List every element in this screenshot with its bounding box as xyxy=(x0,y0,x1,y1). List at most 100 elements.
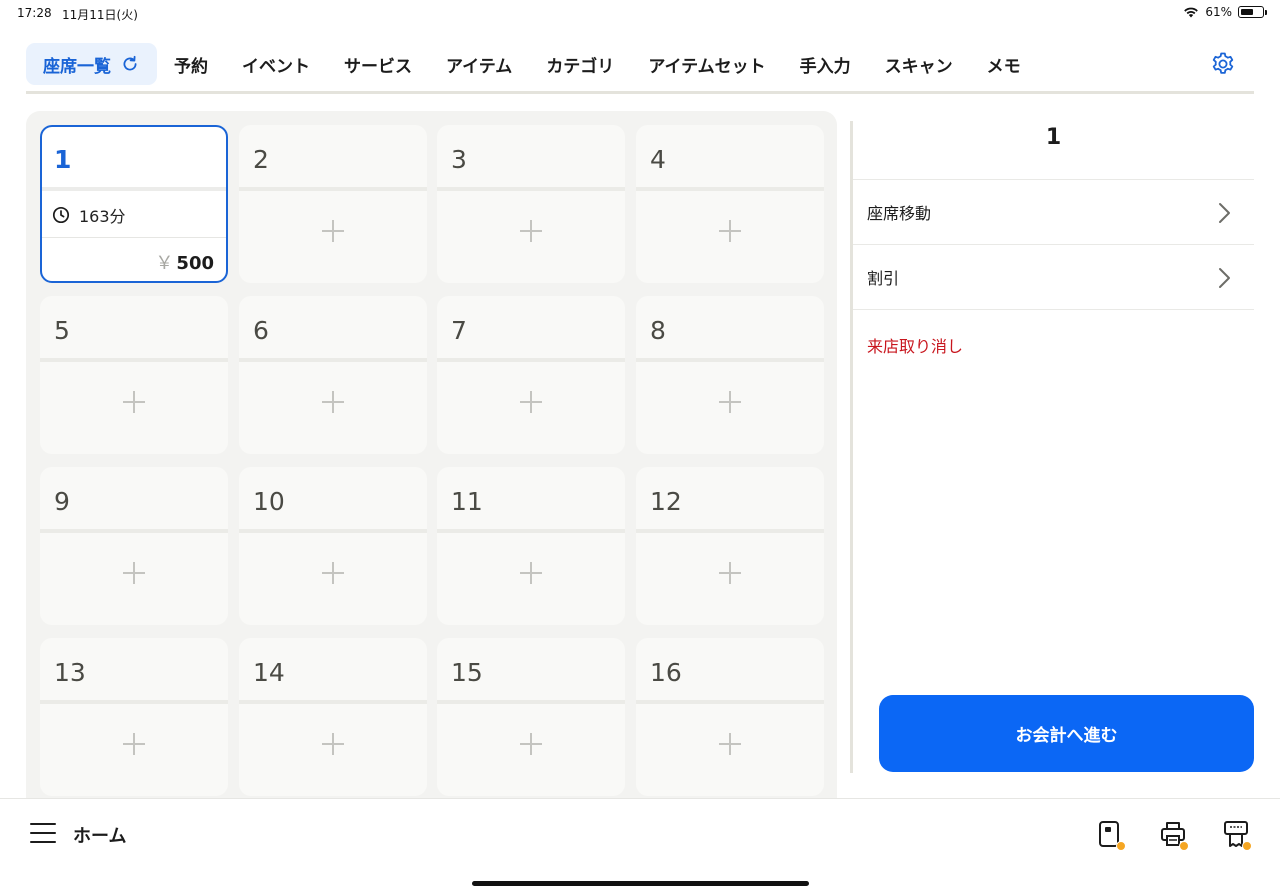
seat-divider xyxy=(40,358,228,362)
gear-icon[interactable] xyxy=(1210,51,1236,77)
seat-number: 8 xyxy=(650,316,666,345)
seat-divider xyxy=(437,700,625,704)
add-icon[interactable] xyxy=(719,220,741,242)
seat-total: ￥ 500 xyxy=(155,249,214,275)
wifi-icon xyxy=(1184,7,1199,18)
add-icon[interactable] xyxy=(322,220,344,242)
seat-card[interactable]: 10 xyxy=(239,467,427,625)
seat-divider xyxy=(437,529,625,533)
battery-icon xyxy=(1238,6,1267,18)
seat-card[interactable]: 14 xyxy=(239,638,427,796)
add-icon[interactable] xyxy=(719,562,741,584)
hamburger-menu-icon[interactable] xyxy=(30,822,56,844)
home-label[interactable]: ホーム xyxy=(73,822,126,848)
seat-number: 6 xyxy=(253,316,269,345)
seat-card[interactable]: 2 xyxy=(239,125,427,283)
seat-divider xyxy=(42,237,226,238)
discount-row[interactable]: 割引 xyxy=(853,244,1254,309)
card-reader-icon[interactable] xyxy=(1096,819,1126,851)
battery-percent: 61% xyxy=(1205,5,1232,19)
seat-card[interactable]: 7 xyxy=(437,296,625,454)
add-icon[interactable] xyxy=(322,562,344,584)
seat-divider xyxy=(239,529,427,533)
status-dot xyxy=(1179,841,1189,851)
seat-divider xyxy=(437,358,625,362)
top-tab-bar: 座席一覧 予約 イベント サービス アイテム カテゴリ アイテムセット 手入力 スキャン メモ xyxy=(26,43,1254,94)
seat-card[interactable]: 3 xyxy=(437,125,625,283)
seat-card[interactable]: 8 xyxy=(636,296,824,454)
add-icon[interactable] xyxy=(123,391,145,413)
status-time: 17:28 xyxy=(17,6,52,20)
seat-divider xyxy=(239,358,427,362)
seat-card[interactable]: 12 xyxy=(636,467,824,625)
status-dot xyxy=(1242,841,1252,851)
seat-card[interactable]: 1 163分 ￥ 500 xyxy=(40,125,228,283)
add-icon[interactable] xyxy=(520,391,542,413)
discount-label: 割引 xyxy=(867,269,900,288)
tab-item[interactable]: イベント xyxy=(225,43,327,85)
cancel-visit-button[interactable]: 来店取り消し xyxy=(867,333,963,357)
tab-item[interactable]: カテゴリ xyxy=(529,43,631,85)
seat-divider xyxy=(636,700,824,704)
chevron-right-icon xyxy=(1219,268,1230,288)
seat-card[interactable]: 9 xyxy=(40,467,228,625)
seat-number: 10 xyxy=(253,487,285,516)
refresh-icon[interactable] xyxy=(121,55,139,73)
seat-divider xyxy=(40,700,228,704)
tab-item[interactable]: スキャン xyxy=(868,43,970,85)
seat-card[interactable]: 5 xyxy=(40,296,228,454)
move-seat-label: 座席移動 xyxy=(867,204,932,223)
add-icon[interactable] xyxy=(322,391,344,413)
add-icon[interactable] xyxy=(520,220,542,242)
tab-seat-list-label: 座席一覧 xyxy=(43,56,111,77)
move-seat-row[interactable]: 座席移動 xyxy=(853,179,1254,244)
selected-seat-number: 1 xyxy=(1045,125,1062,150)
add-icon[interactable] xyxy=(520,733,542,755)
seat-number: 14 xyxy=(253,658,285,687)
seat-divider xyxy=(42,187,226,191)
tab-item[interactable]: 手入力 xyxy=(783,43,868,85)
add-icon[interactable] xyxy=(520,562,542,584)
add-icon[interactable] xyxy=(322,733,344,755)
tab-underline xyxy=(26,91,1254,94)
seat-card[interactable]: 4 xyxy=(636,125,824,283)
receipt-printer-icon[interactable] xyxy=(1222,819,1252,851)
currency-symbol: ￥ xyxy=(155,253,174,274)
status-bar: 17:28 11月11日(火) 61% xyxy=(0,0,1280,26)
clock-icon xyxy=(52,206,70,224)
bottom-bar: ホーム xyxy=(0,798,1280,894)
seat-card[interactable]: 6 xyxy=(239,296,427,454)
seat-divider xyxy=(636,358,824,362)
tab-seat-list[interactable]: 座席一覧 xyxy=(26,43,157,85)
add-icon[interactable] xyxy=(719,733,741,755)
elapsed-time: 163分 xyxy=(52,203,126,227)
tab-item[interactable]: サービス xyxy=(327,43,429,85)
tab-item[interactable]: アイテム xyxy=(429,43,529,85)
add-icon[interactable] xyxy=(719,391,741,413)
seat-divider xyxy=(636,529,824,533)
seat-number: 9 xyxy=(54,487,70,516)
add-icon[interactable] xyxy=(123,562,145,584)
checkout-button[interactable]: お会計へ進む xyxy=(879,695,1254,772)
home-indicator xyxy=(472,881,809,886)
seat-number: 13 xyxy=(54,658,86,687)
seat-divider xyxy=(239,700,427,704)
tab-item[interactable]: 予約 xyxy=(157,43,225,85)
seat-number: 4 xyxy=(650,145,666,174)
status-dot xyxy=(1116,841,1126,851)
seat-number: 2 xyxy=(253,145,269,174)
tab-item[interactable]: メモ xyxy=(970,43,1038,85)
seat-number: 3 xyxy=(451,145,467,174)
add-icon[interactable] xyxy=(123,733,145,755)
seat-card[interactable]: 16 xyxy=(636,638,824,796)
seat-card[interactable]: 15 xyxy=(437,638,625,796)
status-right: 61% xyxy=(1183,5,1267,19)
elapsed-time-text: 163分 xyxy=(79,207,126,226)
tab-item[interactable]: アイテムセット xyxy=(631,43,782,85)
seat-card[interactable]: 13 xyxy=(40,638,228,796)
seat-card[interactable]: 11 xyxy=(437,467,625,625)
seat-number: 12 xyxy=(650,487,682,516)
seat-number: 1 xyxy=(54,145,72,174)
printer-icon[interactable] xyxy=(1159,819,1189,851)
seat-number: 16 xyxy=(650,658,682,687)
